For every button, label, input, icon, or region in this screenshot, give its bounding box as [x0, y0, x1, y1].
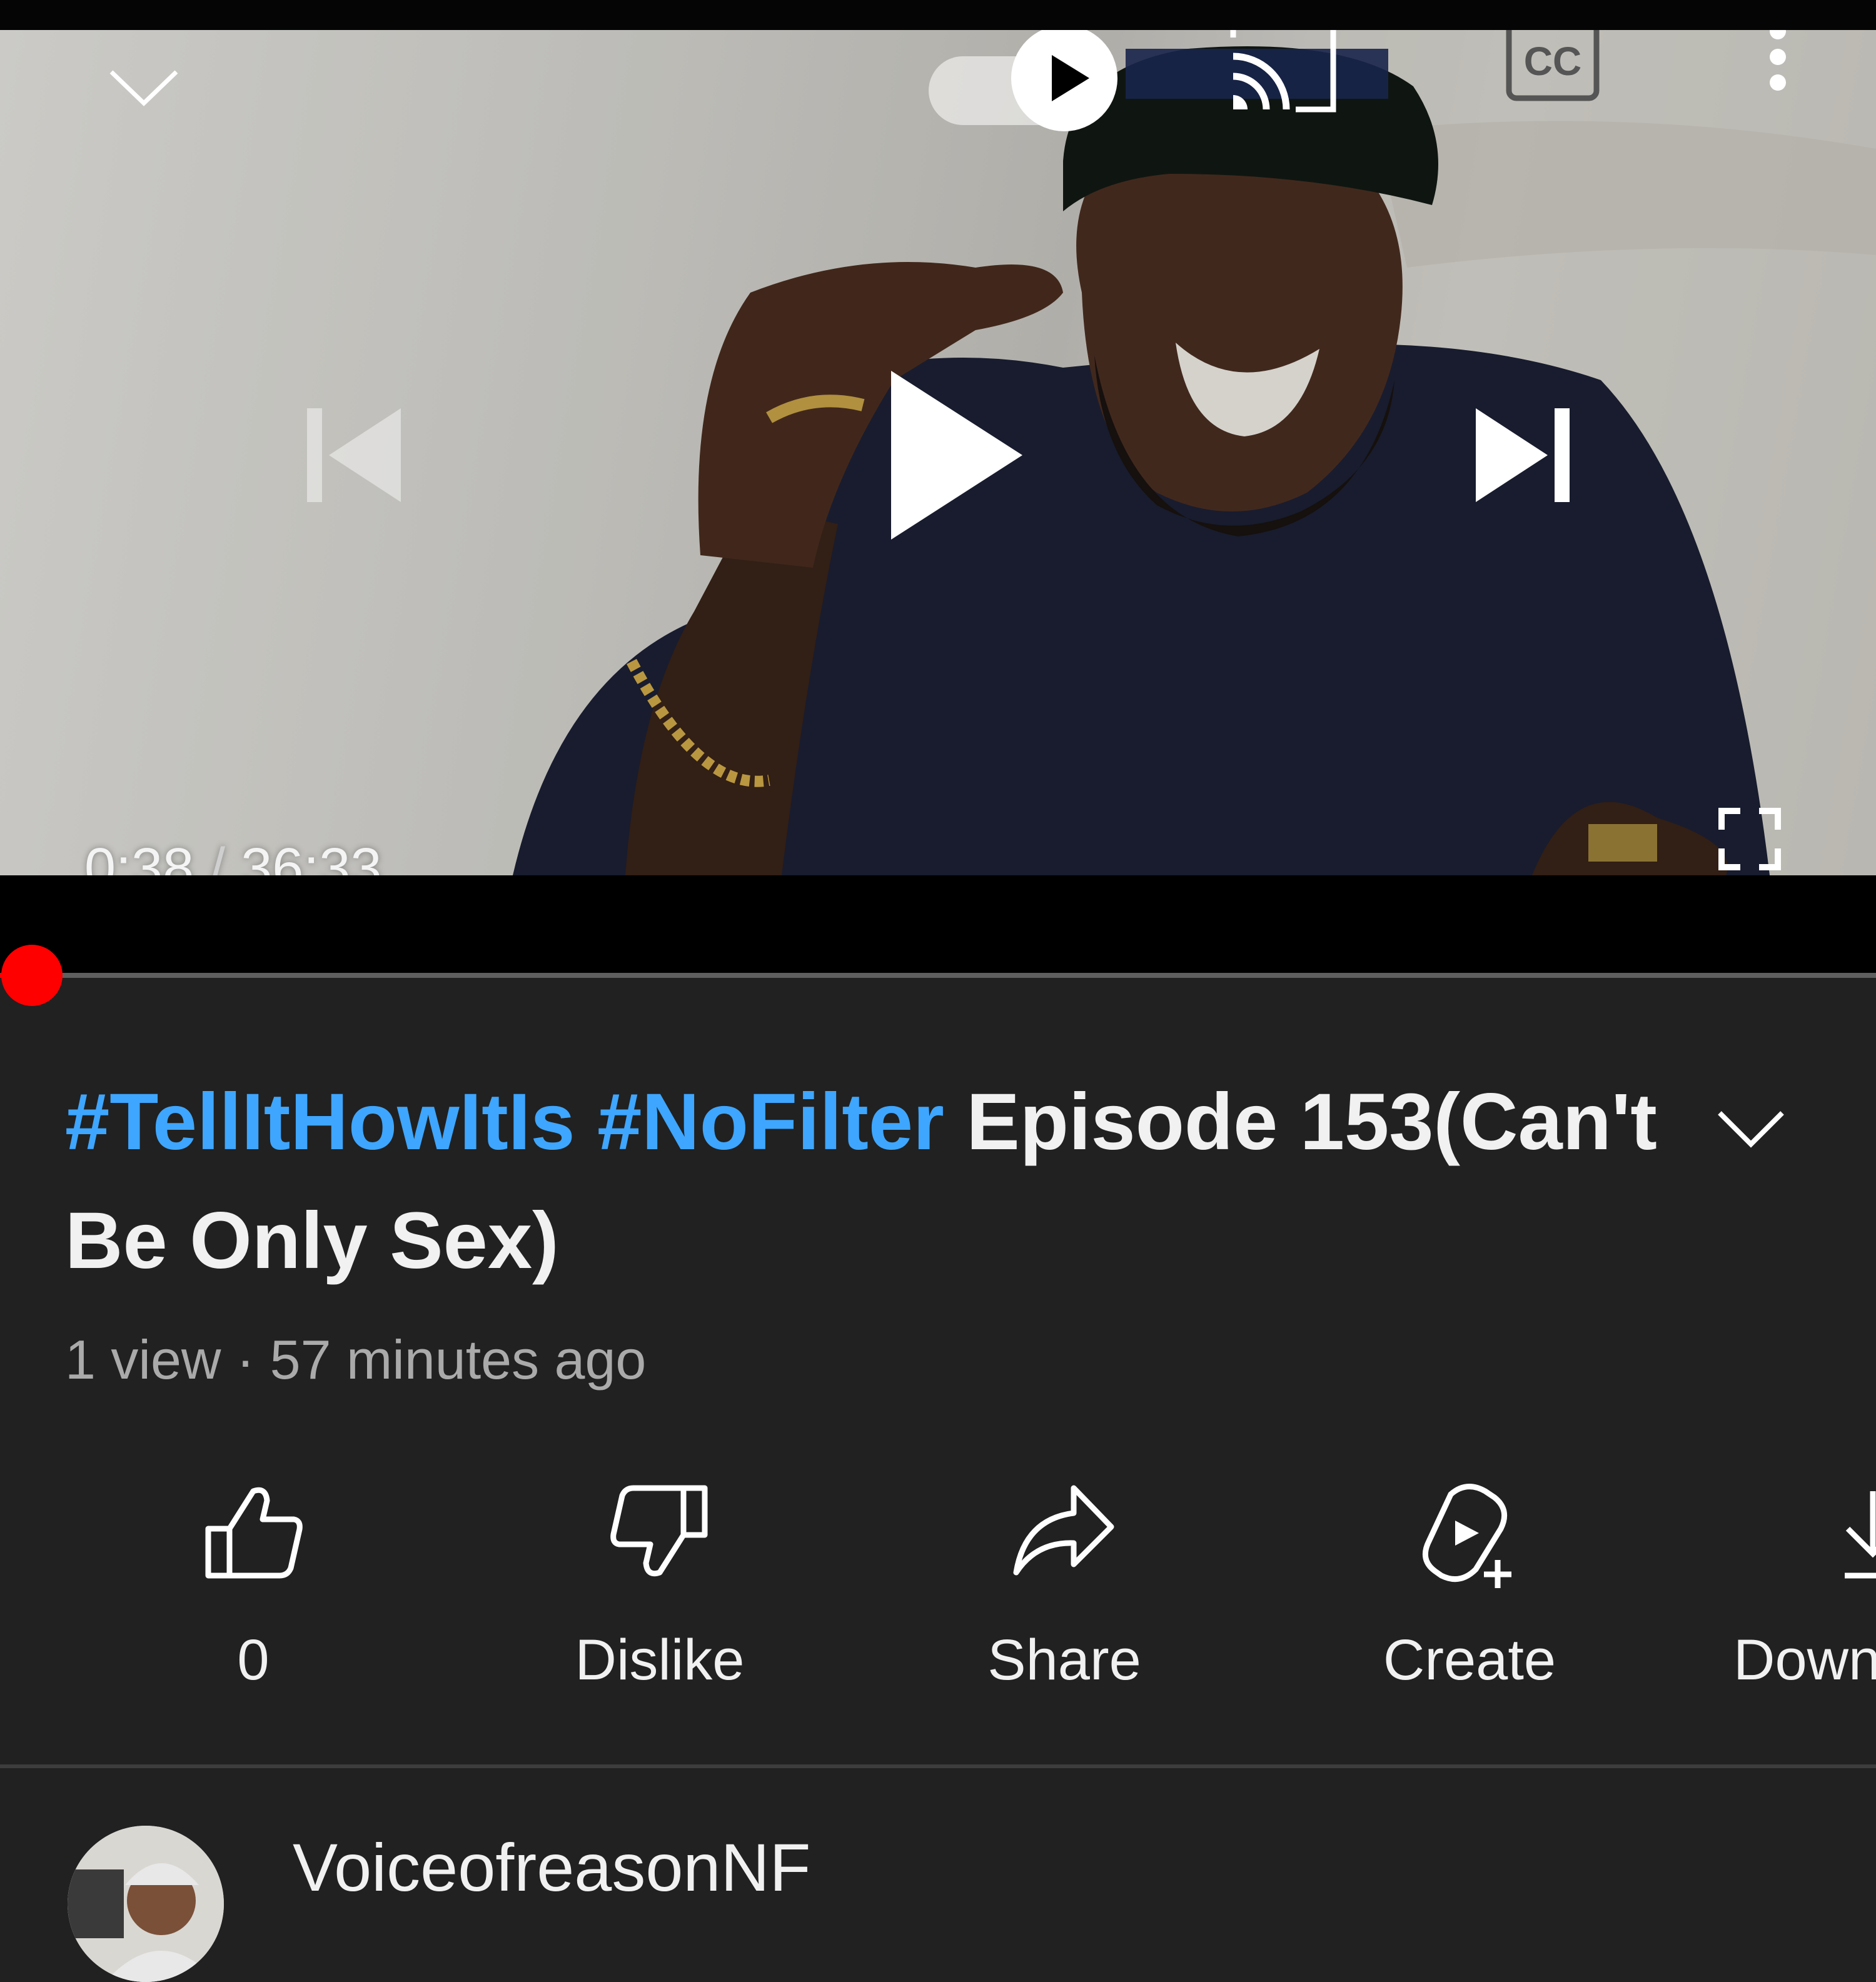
play-icon[interactable] [888, 368, 1026, 543]
video-title[interactable]: #TellItHowItIs #NoFilter Episode 153(Can… [65, 1063, 1660, 1300]
svg-text:CC: CC [1524, 39, 1581, 84]
next-icon[interactable] [1473, 405, 1573, 505]
share-button[interactable]: Share [908, 1482, 1221, 1707]
like-button[interactable]: 0 [97, 1482, 410, 1707]
meta-separator: · [221, 1329, 270, 1391]
status-bar-strip [0, 0, 1876, 30]
section-divider [0, 1764, 1876, 1768]
previous-icon[interactable] [304, 405, 404, 505]
download-button[interactable]: Download [1701, 1482, 1876, 1707]
upload-time: 57 minutes ago [270, 1329, 647, 1391]
time-separator: / [194, 837, 241, 875]
more-options-icon[interactable] [1762, 30, 1793, 100]
dislike-button[interactable]: Dislike [503, 1482, 816, 1707]
create-button[interactable]: Create [1313, 1482, 1626, 1707]
create-label: Create [1383, 1628, 1556, 1692]
dislike-label: Dislike [575, 1628, 745, 1692]
time-display: 0:38 / 36:33 [84, 840, 381, 875]
minimize-chevron-icon[interactable] [106, 64, 181, 114]
like-icon [203, 1482, 303, 1582]
like-count: 0 [237, 1628, 270, 1692]
create-icon [1416, 1482, 1523, 1588]
dislike-icon [610, 1482, 710, 1582]
cast-icon[interactable] [1227, 30, 1339, 119]
current-time: 0:38 [84, 837, 194, 875]
download-label: Download [1733, 1628, 1876, 1692]
video-player[interactable]: CC 0:38 / 36:33 [0, 30, 1876, 875]
player-bottom-bar [0, 875, 1876, 974]
fullscreen-icon[interactable] [1718, 808, 1781, 870]
autoplay-toggle-icon [1011, 30, 1117, 131]
channel-name[interactable]: VoiceofreasonNF [293, 1827, 810, 1908]
hashtag-link[interactable]: #NoFilter [597, 1077, 944, 1167]
share-icon [1011, 1482, 1117, 1582]
video-meta: 1 view · 57 minutes ago [65, 1326, 646, 1394]
view-count: 1 view [65, 1329, 221, 1391]
duration: 36:33 [241, 837, 382, 875]
hashtag-link[interactable]: #TellItHowItIs [65, 1077, 575, 1167]
channel-avatar[interactable] [68, 1826, 224, 1982]
captions-icon[interactable]: CC [1506, 30, 1600, 101]
progress-bar[interactable] [0, 973, 1876, 978]
expand-description-icon[interactable] [1713, 1105, 1788, 1155]
autoplay-toggle[interactable] [929, 30, 1117, 149]
download-icon [1842, 1488, 1876, 1582]
share-label: Share [987, 1628, 1141, 1692]
progress-scrubber[interactable] [1, 945, 63, 1006]
